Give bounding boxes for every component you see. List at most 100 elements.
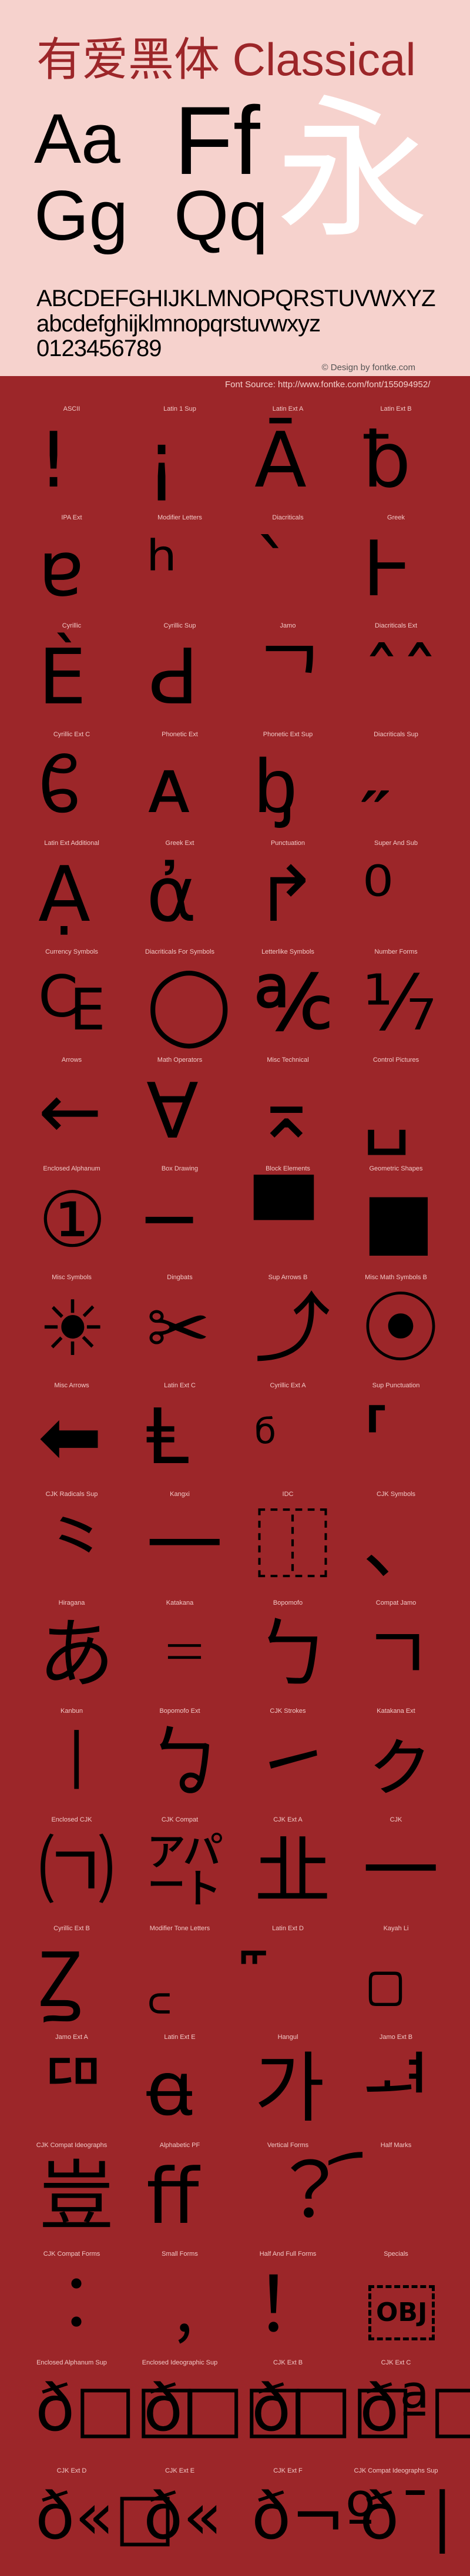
block-cell: CJK Ext A 㐀 bbox=[234, 1816, 342, 1924]
block-label: Jamo Ext A bbox=[55, 2034, 88, 2041]
block-label: Alphabetic PF bbox=[159, 2142, 200, 2149]
font-source-link[interactable]: Font Source: http://www.fontke.com/font/… bbox=[225, 380, 430, 389]
block-sample-glyph: ︰ bbox=[38, 2260, 115, 2350]
block-sample-glyph: ᲀ bbox=[38, 741, 81, 830]
block-cell: Cyrillic Sup Ԁ bbox=[126, 622, 234, 730]
block-cell: Number Forms ⅐ bbox=[342, 948, 450, 1056]
block-label: Box Drawing bbox=[161, 1165, 199, 1172]
block-sample-glyph: ð« bbox=[143, 2478, 223, 2554]
block-sample-glyph: ﹐ bbox=[146, 2260, 223, 2350]
block-label: CJK Symbols bbox=[376, 1491, 416, 1498]
block-label: Cyrillic Ext B bbox=[53, 1925, 90, 1932]
block-cell: Katakana ゠ bbox=[126, 1599, 234, 1707]
block-cell: Greek Ͱ bbox=[342, 514, 450, 622]
block-label: CJK Compat Forms bbox=[43, 2250, 100, 2258]
block-label: Cyrillic bbox=[62, 622, 82, 629]
block-label: CJK Compat Ideographs Sup bbox=[354, 2467, 438, 2474]
block-cell: Latin Ext E ꬰ bbox=[126, 2033, 234, 2141]
block-cell: Jamo ᄀ bbox=[234, 622, 342, 730]
uppercase-alphabet: ABCDEFGHIJKLMNOPQRSTUVWXYZ bbox=[36, 286, 436, 311]
block-sample-glyph: ⤴ bbox=[254, 1284, 331, 1373]
block-cell: CJK Ext Bð□□ bbox=[234, 2359, 413, 2467]
design-credit: © Design by fontke.com bbox=[321, 363, 415, 373]
block-cell: CJK Strokes ㇀ bbox=[234, 1707, 342, 1815]
block-cell: Jamo Ext A ꥠ bbox=[18, 2033, 126, 2141]
block-cell: IPA Ext ɐ bbox=[18, 514, 126, 622]
block-sample-glyph: ㈀ bbox=[38, 1826, 115, 1916]
block-label: Diacriticals bbox=[272, 514, 304, 521]
block-label: Block Elements bbox=[266, 1165, 310, 1172]
block-cell: Diacriticals For Symbols ◯ bbox=[126, 948, 234, 1056]
block-label: Modifier Tone Letters bbox=[149, 1925, 210, 1932]
block-label: ASCII bbox=[63, 405, 80, 412]
block-sample-glyph: ꜀ bbox=[146, 1935, 173, 2024]
block-cell: Dingbats ✂ bbox=[126, 1273, 234, 1381]
block-cell: Half Marks︠ bbox=[342, 2141, 450, 2249]
block-label: Dingbats bbox=[167, 1274, 193, 1281]
block-label: Latin Ext A bbox=[272, 405, 304, 412]
block-label: Super And Sub bbox=[374, 840, 418, 847]
block-cell: IDC ⿰ bbox=[234, 1490, 342, 1598]
block-cell: CJK Compat Forms ︰ bbox=[18, 2250, 126, 2358]
block-label: Half And Full Forms bbox=[259, 2250, 317, 2258]
block-sample-glyph: ␣ bbox=[362, 1066, 411, 1156]
block-sample-glyph: ㆐ bbox=[38, 1718, 115, 1807]
block-cell: Latin Ext D꜠ bbox=[234, 1924, 342, 2032]
block-sample-glyph: ! bbox=[38, 415, 69, 505]
block-label: CJK Ext A bbox=[273, 1816, 303, 1823]
block-cell: CJK Compat ㌀ bbox=[126, 1816, 234, 1924]
block-sample-glyph: ■ bbox=[362, 1175, 435, 1264]
block-sample-glyph: Ạ bbox=[38, 850, 90, 939]
digits-sample: 0123456789 bbox=[36, 336, 162, 361]
block-sample-glyph: ₠ bbox=[38, 958, 106, 1048]
block-cell: Latin Ext Additional Ạ bbox=[18, 839, 126, 947]
block-cell: Modifier Letters ʰ bbox=[126, 514, 234, 622]
lowercase-alphabet: abcdefghijklmnopqrstuvwxyz bbox=[36, 311, 321, 337]
block-label: Greek Ext bbox=[165, 840, 194, 847]
block-label: Cyrillic Ext A bbox=[270, 1382, 306, 1389]
block-sample-glyph: ⦿ bbox=[362, 1284, 439, 1373]
sample-aa: Aa bbox=[34, 99, 120, 178]
block-sample-glyph: ◯ bbox=[146, 958, 232, 1048]
block-cell: Geometric Shapes ■ bbox=[342, 1165, 450, 1273]
block-sample-glyph: ㆠ bbox=[146, 1718, 223, 1807]
block-cell: Half And Full Forms ！ bbox=[234, 2250, 342, 2358]
sample-ff: Ff bbox=[174, 86, 260, 194]
block-label: CJK Radicals Sup bbox=[45, 1491, 98, 1498]
block-label: Letterlike Symbols bbox=[261, 948, 314, 955]
block-label: Diacriticals Ext bbox=[374, 622, 418, 629]
font-title: 有爱黑体 Classical bbox=[36, 33, 416, 85]
block-cell: Misc Technical ⌅ bbox=[234, 1056, 342, 1164]
block-cell: CJK Radicals Sup ⺀ bbox=[18, 1490, 126, 1598]
block-sample-glyph: 豈 bbox=[38, 2152, 115, 2241]
block-cell: Katakana Ext ㇰ bbox=[342, 1707, 450, 1815]
block-sample-glyph: ﬀ bbox=[146, 2152, 199, 2241]
block-sample-glyph: 㐀 bbox=[254, 1826, 331, 1916]
block-cell: Latin 1 Sup ¡ bbox=[126, 405, 234, 513]
sample-gg: Gg bbox=[34, 176, 129, 255]
block-label: Kangxi bbox=[170, 1491, 190, 1498]
block-sample-glyph: ꤀ bbox=[362, 1935, 409, 2024]
block-label: IDC bbox=[282, 1491, 294, 1498]
block-cell: Modifier Tone Letters ꜀ bbox=[126, 1924, 234, 2032]
block-cell: ASCII! bbox=[18, 405, 126, 513]
block-sample-glyph: ⬅ bbox=[38, 1392, 102, 1481]
block-label: Enclosed Alphanum bbox=[43, 1165, 100, 1172]
block-label: CJK bbox=[390, 1816, 402, 1823]
block-label: Latin Ext Additional bbox=[44, 840, 99, 847]
block-cell: Kanbun ㆐ bbox=[18, 1707, 126, 1815]
block-sample-glyph: ɐ bbox=[38, 524, 85, 613]
block-sample-glyph: ˶ bbox=[362, 741, 388, 830]
block-sample-glyph: Ԁ bbox=[146, 632, 199, 722]
block-sample-glyph: ─ bbox=[146, 1175, 193, 1264]
block-cell: Bopomofo Ext ㆠ bbox=[126, 1707, 234, 1815]
block-cell: Currency Symbols ₠ bbox=[18, 948, 126, 1056]
block-label: CJK Ext F bbox=[273, 2467, 303, 2474]
block-label: Katakana Ext bbox=[377, 1708, 415, 1715]
block-cell: Alphabetic PF ﬀ bbox=[126, 2141, 234, 2249]
block-sample-glyph: ʰ bbox=[146, 524, 177, 613]
sample-yong-character: 永 bbox=[276, 85, 429, 256]
block-cell: Small Forms ﹐ bbox=[126, 2250, 234, 2358]
block-label: Vertical Forms bbox=[267, 2142, 309, 2149]
block-sample-glyph: ᶀ bbox=[254, 741, 297, 830]
